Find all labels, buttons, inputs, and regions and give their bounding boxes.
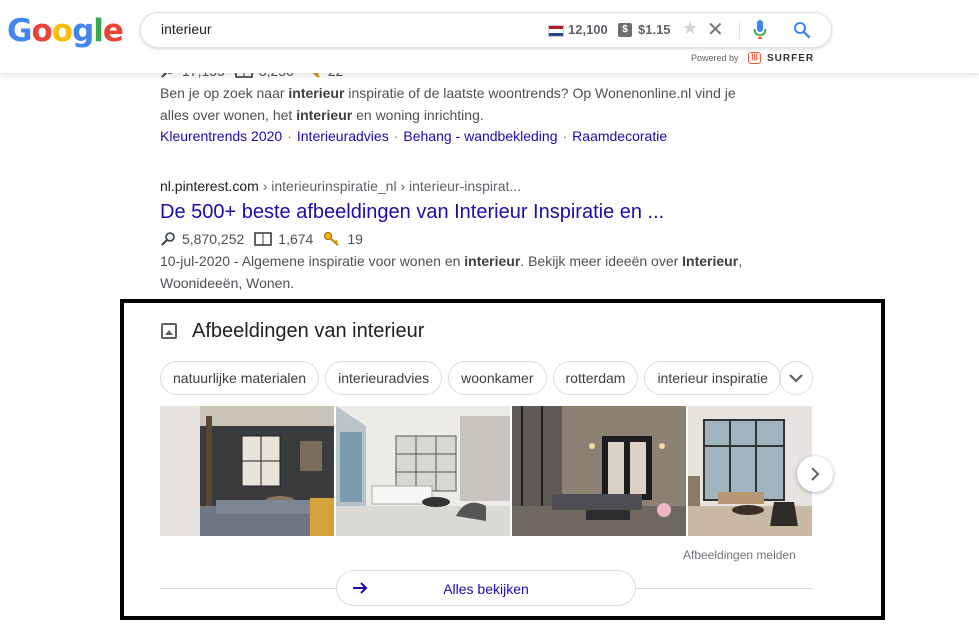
interior-photo: [336, 406, 510, 536]
surfer-logo-icon: |||: [748, 52, 761, 64]
divider: [160, 588, 336, 589]
surfer-brand[interactable]: SURFER: [767, 53, 814, 64]
powered-by-label: Powered by: [691, 53, 739, 63]
filter-chip[interactable]: woonkamer: [448, 361, 547, 395]
logo-letter: o: [31, 13, 52, 49]
search-input[interactable]: [161, 21, 541, 37]
filter-chip[interactable]: interieur inspiratie: [644, 361, 781, 395]
cpc-value: $1.15: [638, 22, 671, 37]
star-icon[interactable]: ★: [682, 18, 698, 39]
search-box[interactable]: 12,100 $ $1.15 ★ ✕: [140, 12, 832, 48]
more-chips-button[interactable]: [779, 361, 813, 395]
netherlands-flag-icon: [548, 25, 564, 37]
image-thumbnail[interactable]: [160, 406, 334, 536]
logo-letter: G: [7, 13, 32, 49]
google-logo[interactable]: Google: [7, 13, 124, 49]
book-icon: [254, 232, 273, 246]
search-volume: 12,100: [568, 22, 608, 37]
next-images-button[interactable]: [797, 456, 833, 492]
interior-photo: [160, 406, 334, 536]
view-all-label: Alles bekijken: [443, 581, 529, 597]
logo-letter: e: [102, 13, 124, 49]
view-all-images-button[interactable]: Alles bekijken: [336, 570, 636, 606]
close-icon[interactable]: ✕: [707, 17, 724, 42]
images-section-title: Afbeeldingen van interieur: [192, 320, 425, 342]
interior-photo: [688, 406, 812, 536]
key-icon: [324, 232, 340, 246]
filter-chip[interactable]: rotterdam: [552, 361, 639, 395]
result-snippet: Ben je op zoek naar interieur inspiratie…: [160, 85, 736, 123]
interior-photo: [512, 406, 686, 536]
dollar-icon: $: [618, 23, 632, 37]
result-snippet: 10-jul-2020 - Algemene inspiratie voor w…: [160, 253, 743, 291]
chevron-down-icon: [789, 374, 803, 383]
report-images-link[interactable]: Afbeeldingen melden: [683, 548, 796, 562]
image-thumbnail[interactable]: [688, 406, 812, 536]
result-metrics: 5,870,252 1,674 19: [160, 231, 373, 247]
result-breadcrumb[interactable]: nl.pinterest.com › interieurinspiratie_n…: [160, 178, 521, 194]
magnifier-icon: [161, 232, 175, 246]
image-filter-chips: natuurlijke materialen interieuradvies w…: [160, 361, 781, 395]
logo-letter: l: [93, 13, 104, 49]
image-icon: [161, 323, 177, 339]
search-header: Google 12,100 $ $1.15 ★ ✕ Powered by |||…: [0, 0, 979, 73]
metric-value: 19: [347, 231, 363, 247]
search-icon[interactable]: [793, 21, 811, 39]
search-divider: [739, 21, 740, 39]
sitelink[interactable]: Kleurentrends 2020: [160, 128, 282, 144]
divider: [636, 588, 813, 589]
sitelink[interactable]: Behang - wandbekleding: [403, 128, 557, 144]
filter-chip[interactable]: interieuradvies: [325, 361, 443, 395]
sitelinks: Kleurentrends 2020 · Interieuradvies · Behan…: [160, 128, 668, 144]
metric-value: 1,674: [278, 231, 314, 247]
logo-letter: o: [51, 13, 73, 49]
metric-value: 5,870,252: [182, 231, 245, 247]
logo-letter: g: [72, 13, 94, 49]
sitelink[interactable]: Interieuradvies: [297, 128, 389, 144]
image-thumbnail[interactable]: [512, 406, 686, 536]
result-title-link[interactable]: De 500+ beste afbeeldingen van Interieur…: [160, 201, 664, 224]
filter-chip[interactable]: natuurlijke materialen: [160, 361, 320, 395]
chevron-right-icon: [811, 467, 820, 481]
microphone-icon[interactable]: [753, 20, 767, 40]
image-thumbnail[interactable]: [336, 406, 510, 536]
sitelink[interactable]: Raamdecoratie: [572, 128, 667, 144]
